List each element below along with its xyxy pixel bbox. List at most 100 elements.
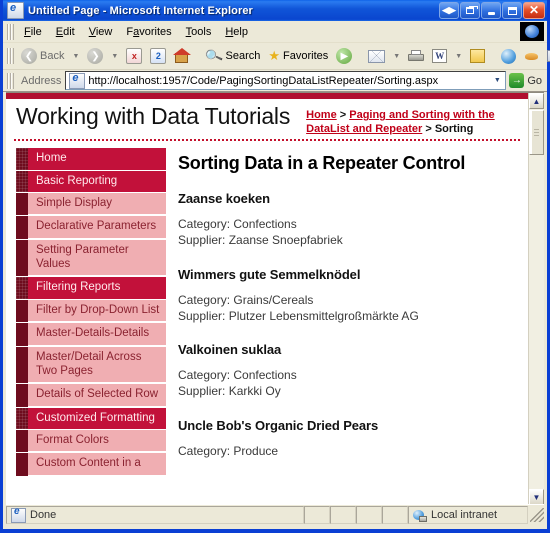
product-name: Uncle Bob's Organic Dried Pears <box>178 418 379 434</box>
sidebar-item-details-of-selected-row[interactable]: Details of Selected Row <box>16 384 166 407</box>
nav-stripe <box>16 323 28 346</box>
product-category: Category: Confections <box>178 368 297 383</box>
back-dropdown-button[interactable]: ▼ <box>68 51 83 62</box>
word-icon: W <box>432 49 448 63</box>
local-intranet-icon <box>413 509 427 522</box>
status-bar: Done Local intranet <box>6 504 544 525</box>
sidebar-item-basic-reporting[interactable]: Basic Reporting <box>16 170 166 192</box>
home-icon <box>173 47 192 64</box>
product-category: Category: Grains/Cereals <box>178 292 314 307</box>
vertical-scrollbar[interactable]: ▲ ▼ <box>528 93 544 505</box>
messenger-button[interactable] <box>497 47 520 66</box>
sidebar-item-label: Master-Details-Details <box>28 323 166 346</box>
sidebar-item-declarative-parameters[interactable]: Declarative Parameters <box>16 216 166 239</box>
edit-page-button[interactable] <box>543 47 550 65</box>
print-button[interactable] <box>404 48 428 65</box>
go-label: Go <box>527 74 542 87</box>
page-icon <box>11 506 26 523</box>
notes-button[interactable] <box>466 47 489 65</box>
page-title: Working with Data Tutorials <box>16 103 291 129</box>
menu-file[interactable]: File <box>17 24 49 40</box>
address-bar: Address http://localhost:1957/Code/Pagin… <box>3 70 547 92</box>
nav-stripe <box>16 430 28 453</box>
address-input[interactable]: http://localhost:1957/Code/PagingSorting… <box>65 71 507 90</box>
security-zone-pane[interactable]: Local intranet <box>408 506 528 524</box>
sidebar-item-format-colors[interactable]: Format Colors <box>16 430 166 453</box>
minimize-button[interactable] <box>481 2 501 19</box>
favorites-button[interactable]: ★ Favorites <box>264 46 332 66</box>
menu-help[interactable]: Help <box>218 24 255 40</box>
ie-animation-logo <box>520 22 544 41</box>
title-bar: Untitled Page - Microsoft Internet Explo… <box>3 0 547 21</box>
mail-dropdown-button[interactable]: ▼ <box>389 51 404 62</box>
sidebar-item-label: Filter by Drop-Down List <box>28 299 166 323</box>
forward-button[interactable]: ❯ <box>83 46 107 66</box>
product-supplier: Supplier: Zaanse Snoepfabriek <box>178 232 343 247</box>
edit-dropdown-button[interactable]: ▼ <box>451 51 466 62</box>
address-drag-grip[interactable] <box>6 72 14 89</box>
menu-edit[interactable]: Edit <box>49 24 82 40</box>
forward-dropdown-button[interactable]: ▼ <box>107 51 122 62</box>
refresh-button[interactable]: 2 <box>146 46 170 66</box>
scroll-up-button[interactable]: ▲ <box>529 93 544 109</box>
page-document: Working with Data Tutorials Home > Pagin… <box>6 93 528 505</box>
scrollbar-thumb[interactable] <box>529 110 544 155</box>
product-item: Uncle Bob's Organic Dried Pears Category… <box>178 418 518 460</box>
back-button[interactable]: ❮ Back <box>17 46 68 66</box>
maximize-button[interactable] <box>502 2 522 19</box>
menu-drag-grip[interactable] <box>6 23 14 40</box>
scroll-down-button[interactable]: ▼ <box>529 489 544 505</box>
sidebar-item-master-details-details[interactable]: Master-Details-Details <box>16 323 166 346</box>
sidebar-item-filtering-reports[interactable]: Filtering Reports <box>16 277 166 299</box>
product-supplier: Supplier: Karkki Oy <box>178 384 281 399</box>
home-button[interactable] <box>170 47 194 66</box>
content-heading: Sorting Data in a Repeater Control <box>178 153 466 174</box>
sidebar-item-label: Home <box>36 152 67 165</box>
breadcrumb-home[interactable]: Home <box>306 109 337 121</box>
chevron-down-icon: ▼ <box>393 52 401 60</box>
sidebar-item-customized-formatting[interactable]: Customized Formatting <box>16 407 166 430</box>
refresh-icon: 2 <box>150 48 167 64</box>
sidebar-item-custom-content[interactable]: Custom Content in a <box>16 453 166 476</box>
close-button[interactable]: ✕ <box>523 2 545 19</box>
sidebar-item-setting-parameter-values[interactable]: Setting Parameter Values <box>16 239 166 277</box>
page-icon <box>69 72 86 89</box>
product-name: Wimmers gute Semmelknödel <box>178 266 361 282</box>
product-category: Category: Confections <box>178 217 297 232</box>
sidebar-item-home[interactable]: Home <box>16 148 166 170</box>
address-url-text: http://localhost:1957/Code/PagingSorting… <box>88 74 439 87</box>
media-icon: ▶ <box>336 48 353 64</box>
status-pane-2 <box>330 506 356 524</box>
product-name: Zaanse koeken <box>178 191 270 207</box>
msn-button[interactable] <box>520 48 543 65</box>
nav-stripe <box>16 299 28 323</box>
menu-tools[interactable]: Tools <box>179 24 219 40</box>
search-button[interactable]: 🔍 Search <box>202 46 264 66</box>
resize-grip[interactable] <box>530 508 544 522</box>
go-arrow-icon: → <box>509 73 525 88</box>
restore-group-button[interactable]: ◀▶ <box>439 2 459 19</box>
restore-tab-button[interactable] <box>460 2 480 19</box>
menu-favorites[interactable]: Favorites <box>119 24 178 40</box>
go-button[interactable]: → Go <box>506 73 547 88</box>
print-icon <box>408 49 425 63</box>
search-label: Search <box>225 50 261 62</box>
window-controls: ◀▶ ✕ <box>439 2 545 19</box>
toolbar-drag-grip[interactable] <box>6 48 14 64</box>
mail-button[interactable] <box>364 48 389 65</box>
menu-view[interactable]: View <box>82 24 120 40</box>
ie-page-icon <box>7 2 24 19</box>
stop-icon: x <box>126 48 143 64</box>
edit-word-button[interactable]: W <box>428 47 451 65</box>
stop-button[interactable]: x <box>122 46 146 66</box>
address-dropdown-button[interactable]: ▼ <box>489 72 505 89</box>
media-button[interactable]: ▶ <box>332 46 356 66</box>
breadcrumb-sep: > <box>422 123 435 136</box>
favorites-star-icon: ★ <box>268 48 281 63</box>
sidebar-item-master-detail-across-two-pages[interactable]: Master/Detail Across Two Pages <box>16 346 166 384</box>
sidebar-item-simple-display[interactable]: Simple Display <box>16 192 166 216</box>
toolbar: ❮ Back ▼ ❯ ▼ x 2 🔍 Search ★ Favorites ▶ … <box>3 43 550 70</box>
sidebar-nav: Home Basic Reporting Simple Display Decl… <box>6 141 166 477</box>
sidebar-item-filter-by-drop-down-list[interactable]: Filter by Drop-Down List <box>16 299 166 323</box>
status-text-pane: Done <box>6 506 304 524</box>
